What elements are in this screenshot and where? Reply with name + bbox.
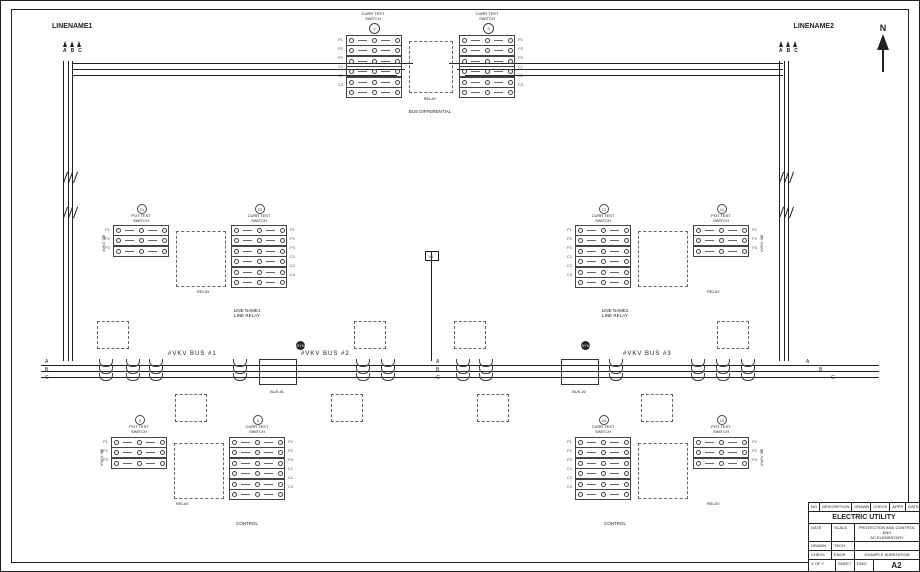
lowright-vert: #VKV 3Ø: [759, 449, 764, 466]
lowright-cur-n: 16: [599, 415, 609, 425]
midright-pot-n: 11: [717, 204, 727, 214]
linename-2: LINENAME2: [794, 23, 834, 30]
bus-pt-2: [561, 359, 599, 385]
lowleft-pot-n: 5: [135, 415, 145, 425]
pot-test-block-lowleft: P1P2P3: [111, 437, 167, 468]
lowleft-pot-label: POT TEST SWITCH: [129, 424, 148, 434]
relay-box-top: [409, 41, 453, 93]
midleft-cur-label: CURR TEST SWITCH: [248, 213, 271, 223]
relay-midleft: RELAY: [197, 289, 210, 294]
lowleft-vert: #VKV 3Ø: [99, 449, 104, 466]
relay-box-midleft: [176, 231, 226, 287]
bus1-label: #VKV BUS #1: [168, 351, 217, 357]
title-block: NO DESCRIPTION DRAWN CHECK APPR DATE ELE…: [808, 502, 919, 571]
midleft-pot-n: 21: [137, 204, 147, 214]
bus-diff-caption: BUS DIFFERENTIAL: [409, 109, 452, 114]
ct-prebox: [97, 321, 129, 349]
lowright-caption: CONTROL: [604, 521, 626, 526]
midright-pot-label: POT TEST SWITCH: [711, 213, 730, 223]
cur-test-block-midright: P1P2P3C1C2C3: [575, 225, 631, 287]
relay-box-midright: [638, 231, 688, 287]
relay-lowleft: RELAY: [176, 501, 189, 506]
cur-test-block-midleft: P1P2P3C1C2C3: [231, 225, 287, 287]
pot-test-block-midleft: P1P2P3: [113, 225, 169, 256]
top-switch1-label: CURR TEST SWITCH: [362, 11, 385, 21]
bus2-label: #VKV BUS #2: [301, 351, 350, 357]
midleft-cur-n: 22: [255, 204, 265, 214]
relay-midright: RELAY: [707, 289, 720, 294]
pot-test-block-midright: P1P2P3: [693, 225, 749, 256]
lowleft-cur-n: 6: [253, 415, 263, 425]
relay-box-lowright: [638, 443, 688, 499]
midleft-vert: #VKV 3Ø: [101, 235, 106, 252]
bus-pt-1: [259, 359, 297, 385]
lowleft-cur-label: CURR TEST SWITCH: [246, 424, 269, 434]
syn-left: SYN: [296, 341, 305, 350]
company-name: ELECTRIC UTILITY: [809, 512, 919, 523]
drawing-sheet: LINENAME1 LINENAME2 N ABC ABC CURR TEST …: [0, 0, 920, 572]
pot-test-block-lowright: P1P2P3: [693, 437, 749, 468]
midright-vert: #VKV 3Ø: [759, 235, 764, 252]
midleft-caption: LINE NAME1 LINE RELAY: [234, 308, 261, 318]
top-bubble-2: 3: [483, 23, 494, 34]
sheet-id: A2: [874, 560, 919, 571]
cur-test-block-lowleft: P1P2P3C1C2C3: [229, 437, 285, 499]
top-switch2-label: CURR TEST SWITCH: [476, 11, 499, 21]
phase-arrows-right: ABC: [779, 41, 798, 54]
syn-right: SYN: [581, 341, 590, 350]
midleft-pot-label: POT TEST SWITCH: [131, 213, 150, 223]
lowright-cur-label: CURR TEST SWITCH: [592, 424, 615, 434]
bus3-label: #VKV BUS #3: [623, 351, 672, 357]
linename-1: LINENAME1: [52, 23, 92, 30]
lowright-pot-n: 15: [717, 415, 727, 425]
test-switch-block-top-left: P1P2P3C1C2C3: [346, 35, 402, 97]
midright-caption: LINE NAME2 LINE RELAY: [602, 308, 629, 318]
lowright-pot-label: POT TEST SWITCH: [711, 424, 730, 434]
cur-test-block-lowright: P1P2P3C1C2C3: [575, 437, 631, 499]
top-bubble-1: 2: [369, 23, 380, 34]
relay-label-top: RELAY: [424, 96, 437, 101]
relay-box-lowleft: [174, 443, 224, 499]
v1-label: V1: [429, 254, 434, 259]
compass-icon: N: [877, 23, 889, 72]
test-switch-block-top-right: P1P2P3C1C2C3: [459, 35, 515, 97]
midright-cur-n: 12: [599, 204, 609, 214]
phase-arrows-left: ABC: [63, 41, 82, 54]
midright-cur-label: CURR TEST SWITCH: [592, 213, 615, 223]
lowleft-caption: CONTROL: [236, 521, 258, 526]
relay-lowright: RELAY: [707, 501, 720, 506]
